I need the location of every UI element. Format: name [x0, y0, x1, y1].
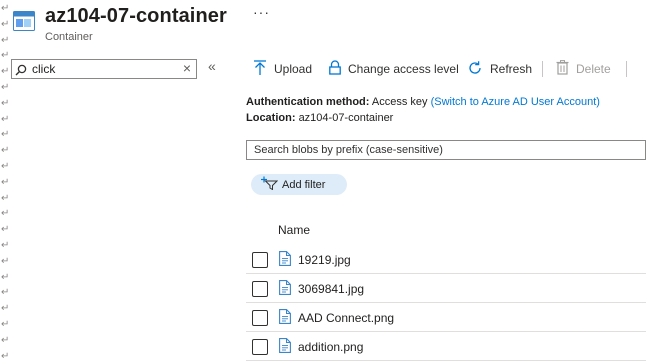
paragraph-mark: ↵: [1, 35, 10, 46]
paragraph-mark-gutter: ↵ ↵ ↵ ↵ ↵ ↵ ↵ ↵ ↵ ↵ ↵ ↵ ↵ ↵ ↵ ↵ ↵ ↵ ↵ ↵ ↵ ↵ ↵: [0, 0, 12, 364]
upload-label: Upload: [274, 62, 313, 76]
table-row[interactable]: 19219.jpg: [246, 245, 646, 274]
refresh-icon: [467, 60, 490, 79]
row-checkbox[interactable]: [252, 252, 268, 268]
paragraph-mark: ↵: [1, 161, 10, 172]
paragraph-mark: ↵: [1, 240, 10, 251]
blob-name-link[interactable]: AAD Connect.png: [298, 311, 394, 325]
page-subtitle: Container: [45, 31, 93, 43]
container-icon: [13, 11, 35, 31]
upload-button[interactable]: Upload: [253, 57, 312, 81]
blob-prefix-search-input[interactable]: Search blobs by prefix (case-sensitive): [246, 140, 646, 160]
switch-auth-link[interactable]: (Switch to Azure AD User Account): [431, 96, 600, 108]
table-row[interactable]: AAD Connect.png: [246, 303, 646, 332]
paragraph-mark: ↵: [1, 177, 10, 188]
change-access-level-button[interactable]: Change access level: [329, 57, 459, 81]
row-checkbox[interactable]: [252, 310, 268, 326]
auth-method-label: Authentication method:: [246, 96, 370, 108]
delete-button[interactable]: Delete: [556, 57, 611, 81]
paragraph-mark: ↵: [1, 19, 10, 30]
paragraph-mark: ↵: [1, 224, 10, 235]
upload-icon: [253, 59, 274, 79]
paragraph-mark: ↵: [1, 256, 10, 267]
change-access-level-label: Change access level: [348, 62, 459, 76]
file-icon: [279, 251, 291, 266]
paragraph-mark: ↵: [1, 208, 10, 219]
paragraph-mark: ↵: [1, 287, 10, 298]
file-icon: [279, 338, 291, 353]
paragraph-mark: ↵: [1, 82, 10, 93]
row-checkbox[interactable]: [252, 339, 268, 355]
auth-method-line: Authentication method: Access key (Switc…: [246, 96, 600, 108]
paragraph-mark: ↵: [1, 303, 10, 314]
lock-icon: [329, 60, 348, 78]
paragraph-mark: ↵: [1, 114, 10, 125]
table-row[interactable]: 3069841.jpg: [246, 274, 646, 303]
paragraph-mark: ↵: [1, 319, 10, 330]
page-title: az104-07-container: [45, 5, 227, 27]
file-icon: [279, 309, 291, 324]
toolbar-divider: [542, 61, 543, 77]
paragraph-mark: ↵: [1, 3, 10, 14]
paragraph-mark: ↵: [1, 145, 10, 156]
clear-search-button[interactable]: ×: [183, 60, 191, 76]
toolbar-divider: [626, 61, 627, 77]
add-filter-button[interactable]: Add filter: [251, 174, 347, 195]
collapse-menu-button[interactable]: «: [208, 58, 216, 74]
column-header-name[interactable]: Name: [278, 223, 310, 237]
paragraph-mark: ↵: [1, 351, 10, 362]
more-options-button[interactable]: ···: [253, 4, 270, 20]
paragraph-mark: ↵: [1, 98, 10, 109]
search-icon: [15, 63, 27, 76]
paragraph-mark: ↵: [1, 193, 10, 204]
refresh-label: Refresh: [490, 62, 533, 76]
paragraph-mark: ↵: [1, 335, 10, 346]
resource-search-input[interactable]: click ×: [11, 59, 197, 79]
blob-name-link[interactable]: addition.png: [298, 340, 363, 354]
paragraph-mark: ↵: [1, 50, 10, 61]
search-value: click: [32, 62, 56, 76]
paragraph-mark: ↵: [1, 272, 10, 283]
container-blade: ↵ ↵ ↵ ↵ ↵ ↵ ↵ ↵ ↵ ↵ ↵ ↵ ↵ ↵ ↵ ↵ ↵ ↵ ↵ ↵ ↵ ↵ ↵ az104-07-contain…: [0, 0, 653, 364]
auth-method-value: Access key: [371, 96, 428, 108]
location-label: Location:: [246, 112, 296, 124]
row-checkbox[interactable]: [252, 281, 268, 297]
table-row[interactable]: addition.png: [246, 332, 646, 361]
refresh-button[interactable]: Refresh: [467, 57, 532, 81]
add-filter-label: Add filter: [282, 178, 326, 191]
blob-name-link[interactable]: 3069841.jpg: [298, 282, 364, 296]
file-icon: [279, 280, 291, 295]
paragraph-mark: ↵: [1, 66, 10, 77]
paragraph-mark: ↵: [1, 129, 10, 140]
trash-icon: [556, 60, 576, 78]
filter-add-icon: [261, 176, 282, 193]
location-line: Location: az104-07-container: [246, 112, 393, 124]
delete-label: Delete: [576, 62, 611, 76]
blob-name-link[interactable]: 19219.jpg: [298, 253, 351, 267]
location-value: az104-07-container: [298, 112, 394, 124]
